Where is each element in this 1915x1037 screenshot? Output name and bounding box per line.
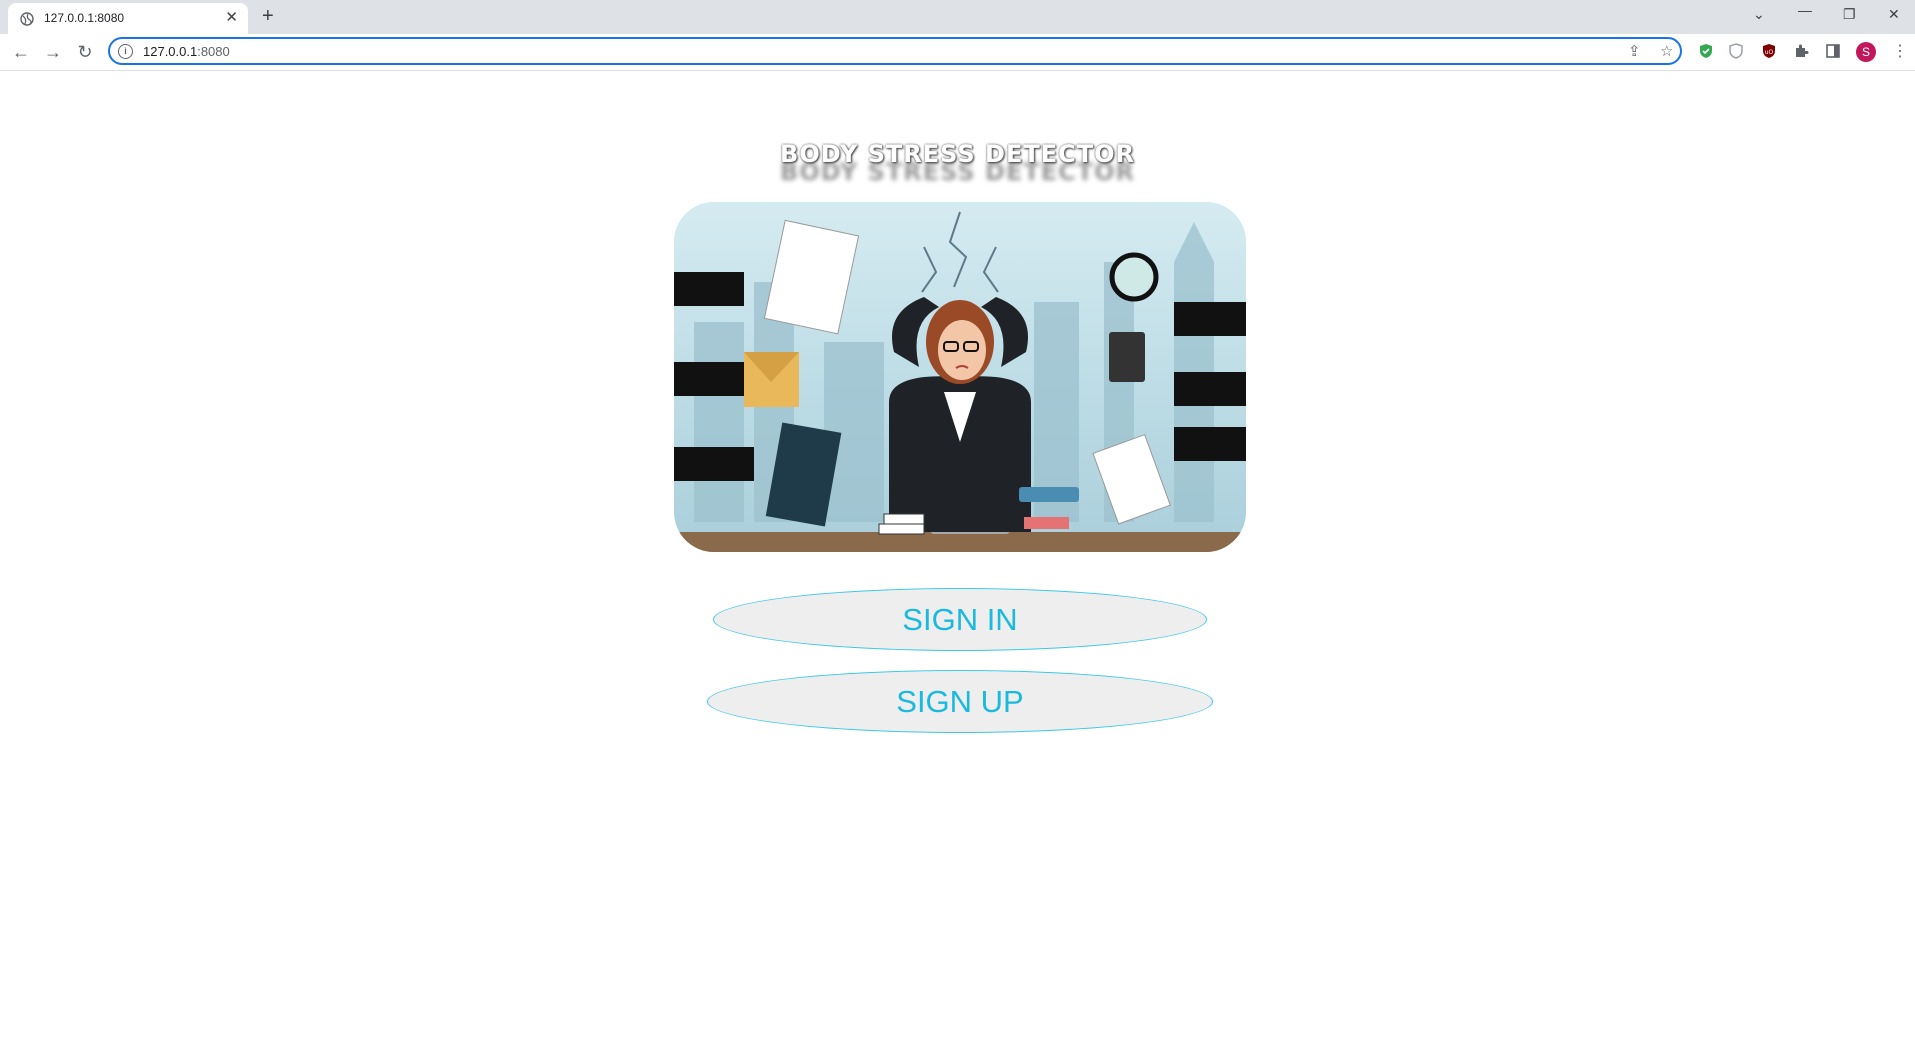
sign-in-button[interactable]: SIGN IN <box>713 588 1207 651</box>
svg-text:uO: uO <box>1765 49 1774 56</box>
window-close-icon[interactable]: ✕ <box>1888 6 1900 23</box>
back-icon[interactable]: ← <box>11 42 31 62</box>
url-text[interactable]: 127.0.0.1:8080 <box>143 44 230 59</box>
restore-icon[interactable]: ❐ <box>1843 6 1856 23</box>
reload-icon[interactable]: ↻ <box>75 42 95 62</box>
new-tab-icon[interactable]: + <box>262 6 274 26</box>
tab-search-icon[interactable]: ⌄ <box>1753 6 1765 23</box>
site-info-icon[interactable]: i <box>118 44 133 59</box>
minimize-icon[interactable]: — <box>1798 2 1812 18</box>
browser-menu-icon[interactable]: ⋮ <box>1892 42 1908 62</box>
privacy-extension-icon[interactable] <box>1728 43 1744 59</box>
page-title: BODY STRESS DETECTOR <box>780 140 1135 168</box>
forward-icon[interactable]: → <box>43 42 63 62</box>
share-icon[interactable]: ⇪ <box>1628 42 1641 60</box>
shield-extension-icon[interactable] <box>1698 43 1714 59</box>
bookmark-star-icon[interactable]: ☆ <box>1660 42 1673 60</box>
sign-up-button[interactable]: SIGN UP <box>707 670 1213 733</box>
browser-tab[interactable]: 127.0.0.1:8080 ✕ <box>8 3 248 34</box>
globe-icon <box>20 12 34 26</box>
close-tab-icon[interactable]: ✕ <box>225 10 238 26</box>
browser-toolbar: ← → ↻ i 127.0.0.1:8080 ⇪ ☆ uO S ⋮ <box>0 34 1915 71</box>
ublock-extension-icon[interactable]: uO <box>1761 43 1777 59</box>
tab-strip: 127.0.0.1:8080 ✕ + ⌄ — ❐ ✕ <box>0 0 1915 34</box>
side-panel-icon[interactable] <box>1825 43 1841 59</box>
tab-title: 127.0.0.1:8080 <box>44 11 125 25</box>
address-bar[interactable]: i 127.0.0.1:8080 ⇪ ☆ <box>108 37 1682 65</box>
stress-illustration <box>674 202 1246 552</box>
extensions-puzzle-icon[interactable] <box>1793 43 1809 59</box>
profile-avatar[interactable]: S <box>1856 42 1876 62</box>
